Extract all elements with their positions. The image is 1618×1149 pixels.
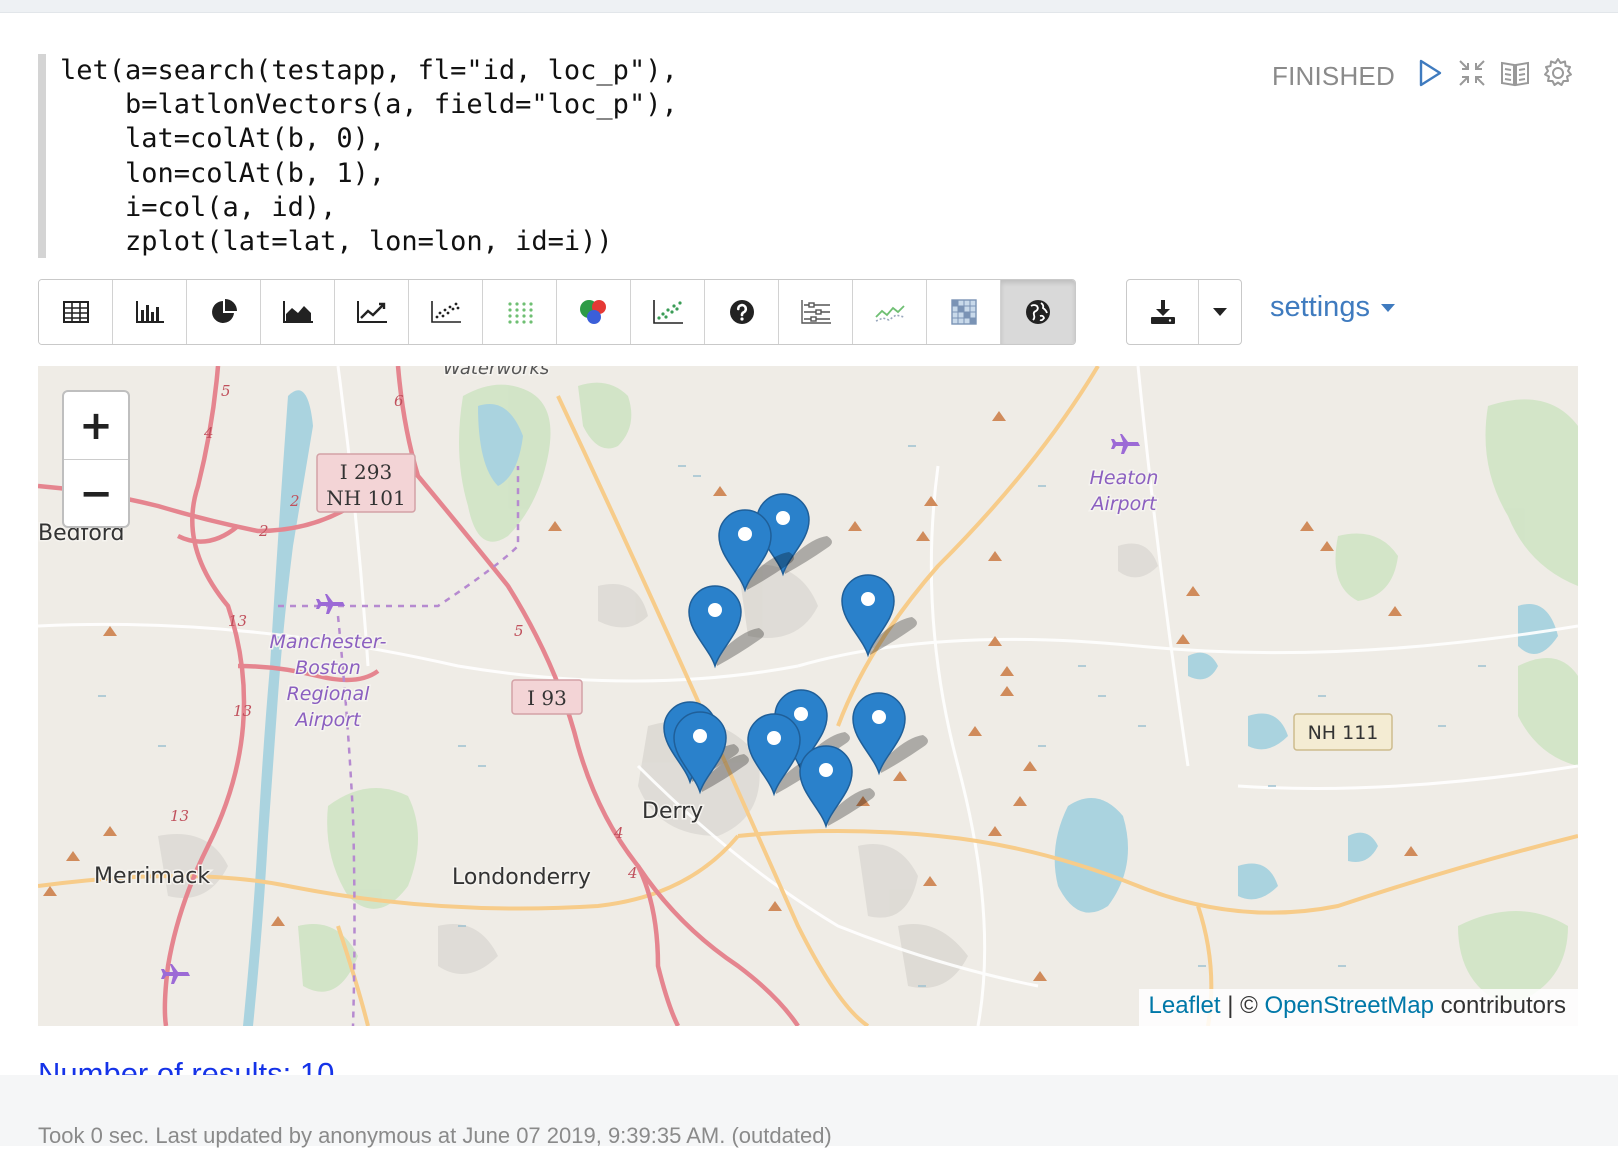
scatter-chart-button[interactable]: [409, 280, 483, 344]
book-icon[interactable]: [1498, 56, 1532, 90]
line-chart-button[interactable]: [335, 280, 409, 344]
code-line: let(a=search(testapp, fl="id, loc_p"),: [60, 55, 678, 86]
line-chart-icon: [356, 301, 387, 323]
help-button[interactable]: [705, 280, 779, 344]
download-dropdown-button[interactable]: [1199, 280, 1241, 344]
code-line: i=col(a, id),: [60, 191, 337, 223]
leaflet-link[interactable]: Leaflet: [1149, 992, 1221, 1019]
download-button[interactable]: [1127, 280, 1199, 344]
map-marker[interactable]: [799, 745, 875, 829]
map-attribution: Leaflet | © OpenStreetMap contributors: [1138, 989, 1578, 1026]
scatter-plot-button[interactable]: [631, 280, 705, 344]
marker-layer: [663, 493, 928, 829]
map-view[interactable]: Bedford Derry Londonderry Merrimack Wate…: [38, 366, 1578, 1026]
zoom-control: + −: [62, 390, 130, 528]
dot-grid-button[interactable]: [483, 280, 557, 344]
code-editor[interactable]: let(a=search(testapp, fl="id, loc_p"), b…: [38, 54, 678, 258]
box-plot-button[interactable]: [779, 280, 853, 344]
bar-chart-button[interactable]: [113, 280, 187, 344]
code-line: lon=colAt(b, 1),: [60, 157, 386, 189]
run-icon[interactable]: [1412, 56, 1446, 90]
settings-label: settings: [1270, 291, 1370, 323]
globe-icon: [1026, 300, 1050, 324]
download-icon: [1150, 300, 1175, 324]
visualization-toolbar: [38, 279, 1076, 345]
bubble-chart-button[interactable]: [557, 280, 631, 344]
map-marker[interactable]: [841, 574, 917, 658]
zoom-in-button[interactable]: +: [64, 392, 128, 460]
attribution-suffix: contributors: [1433, 992, 1566, 1019]
bubble-chart-icon: [579, 300, 606, 324]
gear-icon[interactable]: [1541, 56, 1575, 90]
zoom-out-button[interactable]: −: [64, 460, 128, 527]
heatmap-icon: [950, 299, 977, 325]
caret-down-icon: [1213, 308, 1227, 316]
code-line: b=latlonVectors(a, field="loc_p"),: [60, 89, 678, 121]
paragraph-status: FINISHED: [1272, 61, 1395, 91]
box-plot-icon: [800, 300, 831, 324]
code-line: lat=colAt(b, 0),: [60, 123, 386, 155]
area-chart-button[interactable]: [261, 280, 335, 344]
attribution-separator: | ©: [1220, 992, 1265, 1019]
bar-chart-icon: [135, 301, 164, 323]
area-chart-icon: [282, 301, 313, 323]
pie-chart-icon: [211, 299, 237, 323]
globe-button[interactable]: [1001, 280, 1075, 344]
sparkline-icon: [874, 305, 905, 322]
scatter-plot-icon: [652, 300, 683, 324]
top-strip: [0, 0, 1618, 13]
settings-toggle[interactable]: settings: [1270, 291, 1396, 324]
map-marker[interactable]: [688, 585, 764, 669]
help-icon: [729, 300, 754, 324]
map-marker[interactable]: [852, 692, 928, 776]
code-line: zplot(lat=lat, lon=lon, id=i)): [60, 226, 613, 258]
heatmap-button[interactable]: [927, 280, 1001, 344]
collapse-icon[interactable]: [1455, 56, 1489, 90]
caret-down-icon: [1380, 303, 1395, 312]
table-icon: [62, 301, 89, 323]
pie-chart-button[interactable]: [187, 280, 261, 344]
dot-grid-icon: [507, 302, 533, 324]
sparkline-button[interactable]: [853, 280, 927, 344]
table-button[interactable]: [39, 280, 113, 344]
openstreetmap-link[interactable]: OpenStreetMap: [1265, 992, 1434, 1019]
scatter-chart-icon: [430, 301, 461, 323]
download-button-group: [1126, 279, 1242, 345]
paragraph-footer: Took 0 sec. Last updated by anonymous at…: [38, 1123, 832, 1148]
